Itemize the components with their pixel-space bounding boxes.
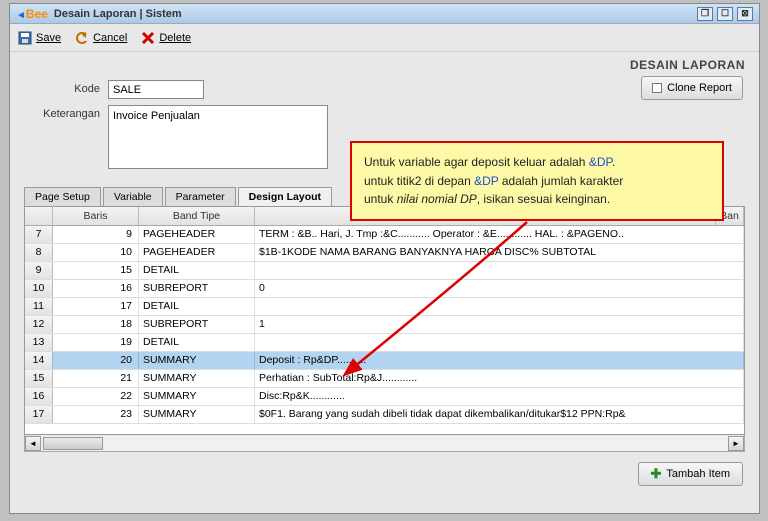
cell-bandtipe: DETAIL [139, 262, 255, 279]
cell-content: Perhatian : SubTotal:Rp&J............ [255, 370, 744, 387]
cell-content: TERM : &B.. Hari, J. Tmp :&C........... … [255, 226, 744, 243]
tab-design-layout[interactable]: Design Layout [238, 187, 332, 206]
undo-icon [75, 31, 89, 45]
page-title: DESAIN LAPORAN [10, 52, 759, 74]
cell-content: $0F1. Barang yang sudah dibeli tidak dap… [255, 406, 744, 423]
toolbar: Save Cancel Delete [10, 24, 759, 52]
tab-page-setup[interactable]: Page Setup [24, 187, 101, 206]
cell-baris: 21 [53, 370, 139, 387]
cell-bandtipe: SUMMARY [139, 406, 255, 423]
table-row[interactable]: 1319DETAIL [25, 334, 744, 352]
cell-rownum: 12 [25, 316, 53, 333]
app-logo: Bee [16, 7, 48, 21]
clone-label: Clone Report [667, 82, 732, 94]
table-row[interactable]: 1016SUBREPORT0 [25, 280, 744, 298]
cell-rownum: 11 [25, 298, 53, 315]
save-icon [18, 31, 32, 45]
save-button[interactable]: Save [18, 31, 61, 45]
scroll-left-icon[interactable]: ◄ [25, 436, 41, 451]
cell-baris: 20 [53, 352, 139, 369]
delete-label: Delete [159, 32, 191, 44]
cell-content: Deposit : Rp&DP.......... [255, 352, 744, 369]
cancel-label: Cancel [93, 32, 127, 44]
clone-report-button[interactable]: Clone Report [641, 76, 743, 100]
table-row[interactable]: 1622SUMMARY Disc:Rp&K............ [25, 388, 744, 406]
cell-rownum: 7 [25, 226, 53, 243]
cell-content [255, 334, 744, 351]
cell-baris: 16 [53, 280, 139, 297]
table-row[interactable]: 810PAGEHEADER$1B-1KODE NAMA BARANG BANYA… [25, 244, 744, 262]
cell-baris: 10 [53, 244, 139, 261]
keterangan-textarea[interactable]: Invoice Penjualan [108, 105, 328, 169]
cell-bandtipe: DETAIL [139, 298, 255, 315]
cell-baris: 9 [53, 226, 139, 243]
table-row[interactable]: 79PAGEHEADERTERM : &B.. Hari, J. Tmp :&C… [25, 226, 744, 244]
window-maximize-icon[interactable]: ☐ [717, 7, 733, 21]
cell-rownum: 17 [25, 406, 53, 423]
cell-bandtipe: SUMMARY [139, 352, 255, 369]
cell-baris: 17 [53, 298, 139, 315]
cell-content: 1 [255, 316, 744, 333]
grid-body[interactable]: 79PAGEHEADERTERM : &B.. Hari, J. Tmp :&C… [25, 226, 744, 434]
save-label: Save [36, 32, 61, 44]
col-rownum[interactable] [25, 207, 53, 225]
col-baris[interactable]: Baris [53, 207, 139, 225]
window-restore-icon[interactable]: ❐ [697, 7, 713, 21]
cell-bandtipe: SUBREPORT [139, 316, 255, 333]
cell-rownum: 8 [25, 244, 53, 261]
scroll-thumb[interactable] [43, 437, 103, 450]
table-row[interactable]: 915DETAIL [25, 262, 744, 280]
window-close-icon[interactable]: ⊠ [737, 7, 753, 21]
cell-content: 0 [255, 280, 744, 297]
cell-baris: 22 [53, 388, 139, 405]
cell-bandtipe: DETAIL [139, 334, 255, 351]
table-row[interactable]: 1420SUMMARYDeposit : Rp&DP.......... [25, 352, 744, 370]
cell-content: Disc:Rp&K............ [255, 388, 744, 405]
titlebar[interactable]: Bee Desain Laporan | Sistem ❐ ☐ ⊠ [10, 4, 759, 24]
cell-content [255, 262, 744, 279]
plus-icon: ✚ [651, 466, 662, 482]
col-band-tipe[interactable]: Band Tipe [139, 207, 255, 225]
cell-bandtipe: SUMMARY [139, 388, 255, 405]
cell-bandtipe: SUBREPORT [139, 280, 255, 297]
cell-bandtipe: SUMMARY [139, 370, 255, 387]
cell-baris: 23 [53, 406, 139, 423]
tambah-item-label: Tambah Item [666, 468, 730, 480]
scroll-right-icon[interactable]: ► [728, 436, 744, 451]
table-row[interactable]: 1723SUMMARY$0F1. Barang yang sudah dibel… [25, 406, 744, 424]
cell-content [255, 298, 744, 315]
cell-rownum: 10 [25, 280, 53, 297]
kode-label: Kode [34, 80, 100, 95]
tambah-item-button[interactable]: ✚ Tambah Item [638, 462, 744, 486]
cell-rownum: 16 [25, 388, 53, 405]
cell-rownum: 13 [25, 334, 53, 351]
app-window: Bee Desain Laporan | Sistem ❐ ☐ ⊠ Save C… [9, 3, 760, 514]
design-grid: Baris Band Tipe Ban 79PAGEHEADERTERM : &… [24, 206, 745, 435]
scroll-track[interactable] [41, 436, 728, 451]
window-title: Desain Laporan | Sistem [54, 8, 182, 20]
cell-bandtipe: PAGEHEADER [139, 244, 255, 261]
cell-rownum: 14 [25, 352, 53, 369]
keterangan-label: Keterangan [34, 105, 100, 120]
cell-rownum: 9 [25, 262, 53, 279]
delete-icon [141, 31, 155, 45]
horizontal-scrollbar[interactable]: ◄ ► [24, 435, 745, 452]
tab-variable[interactable]: Variable [103, 187, 163, 206]
tab-parameter[interactable]: Parameter [165, 187, 236, 206]
cell-baris: 18 [53, 316, 139, 333]
annotation-callout: Untuk variable agar deposit keluar adala… [350, 141, 724, 221]
cell-baris: 19 [53, 334, 139, 351]
cell-rownum: 15 [25, 370, 53, 387]
clone-icon [652, 83, 662, 93]
table-row[interactable]: 1521SUMMARYPerhatian : SubTotal:Rp&J....… [25, 370, 744, 388]
table-row[interactable]: 1117DETAIL [25, 298, 744, 316]
cancel-button[interactable]: Cancel [75, 31, 127, 45]
table-row[interactable]: 1218SUBREPORT1 [25, 316, 744, 334]
cell-content: $1B-1KODE NAMA BARANG BANYAKNYA HARGA DI… [255, 244, 744, 261]
delete-button[interactable]: Delete [141, 31, 191, 45]
cell-bandtipe: PAGEHEADER [139, 226, 255, 243]
cell-baris: 15 [53, 262, 139, 279]
kode-input[interactable] [108, 80, 204, 99]
